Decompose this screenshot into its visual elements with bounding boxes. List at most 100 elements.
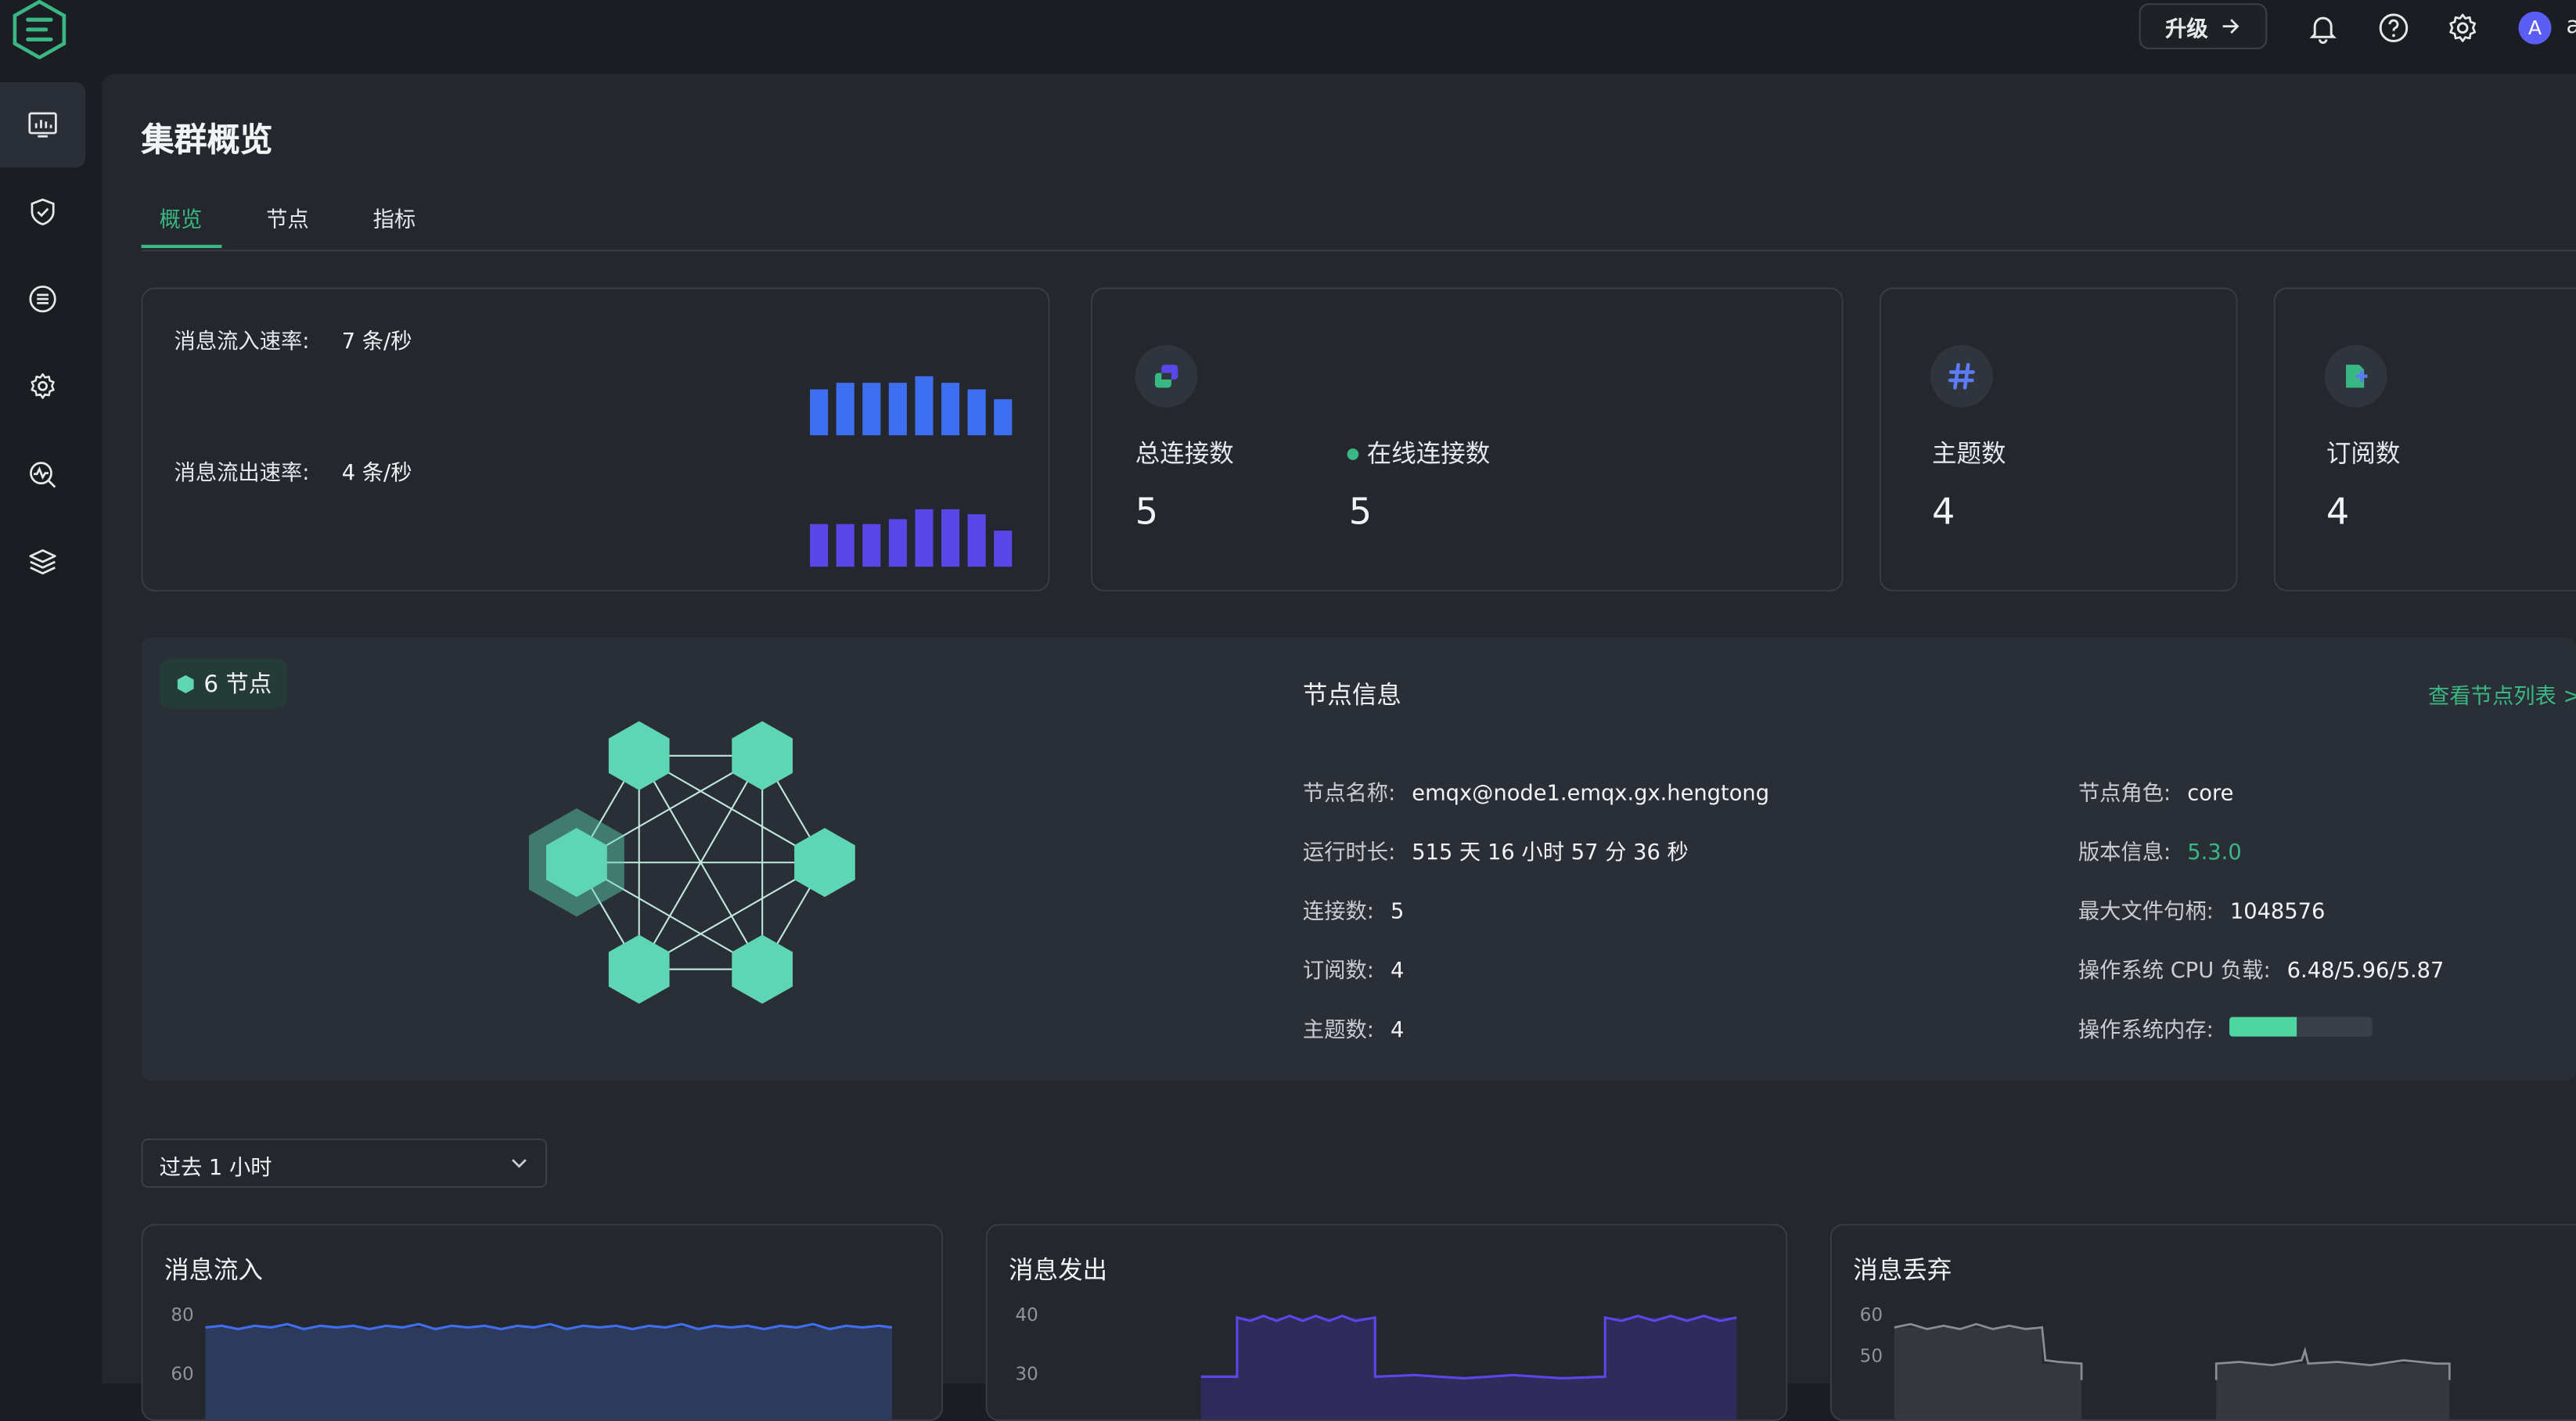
message-rate-card: 消息流入速率: 7 条/秒 消息流出速率: 4 条/秒 (141, 287, 1050, 592)
node-hexagon (794, 828, 855, 898)
sidebar-item-diagnose[interactable] (0, 432, 85, 517)
online-status-dot (1347, 448, 1359, 460)
node-name-value: emqx@node1.emqx.gx.hengtong (1412, 782, 1770, 807)
node-subscriptions-label: 订阅数: (1302, 959, 1375, 984)
integration-icon (29, 285, 56, 313)
node-role-value: core (2187, 782, 2234, 807)
time-range-value: 过去 1 小时 (159, 1157, 272, 1182)
dropped-line-chart (1894, 1322, 2451, 1419)
out-rate-sparkbars (810, 509, 1013, 567)
node-count-label: 6 节点 (203, 671, 272, 699)
memory-row: 操作系统内存: (2078, 1012, 2214, 1043)
help-icon[interactable] (2377, 12, 2410, 45)
node-name-row: 节点名称: emqx@node1.emqx.gx.hengtong (1303, 775, 1770, 807)
uptime-row: 运行时长: 515 天 16 小时 57 分 36 秒 (1302, 835, 1689, 866)
bell-icon[interactable] (2307, 12, 2340, 45)
sidebar-item-management[interactable] (0, 344, 85, 429)
dropped-area (1894, 1327, 2450, 1419)
y-tick: 60 (1859, 1304, 1883, 1326)
version-label: 版本信息: (2078, 840, 2171, 866)
max-fd-row: 最大文件句柄: 1048576 (2078, 894, 2326, 925)
memory-label: 操作系统内存: (2078, 1018, 2214, 1044)
y-tick: 30 (1015, 1363, 1038, 1385)
in-bar (915, 376, 934, 436)
tab-nodes[interactable]: 节点 (266, 202, 309, 248)
sidebar-item-integration[interactable] (0, 257, 85, 342)
y-tick: 60 (171, 1363, 194, 1385)
sidebar-item-access-control[interactable] (0, 169, 85, 254)
user-avatar[interactable]: A (2518, 11, 2552, 45)
version-row: 版本信息: 5.3.0 (2078, 835, 2242, 866)
connections-card: 总连接数 5 在线连接数 5 (1091, 287, 1844, 592)
out-bar (862, 523, 881, 567)
topics-value: 4 (1932, 492, 1955, 534)
upgrade-button[interactable]: 升级 (2139, 3, 2268, 49)
y-tick: 40 (1015, 1304, 1038, 1326)
node-topics-row: 主题数: 4 (1303, 1012, 1404, 1043)
in-rate-value: 7 条/秒 (341, 329, 412, 355)
topics-label: 主题数 (1932, 438, 2006, 469)
node-connections-label: 连接数: (1302, 900, 1375, 926)
out-bar (967, 514, 986, 567)
app-root: 升级 A a (0, 0, 2576, 1421)
chart-title-dropped: 消息丢弃 (1853, 1255, 1952, 1285)
outgoing-line-chart (1200, 1315, 1737, 1419)
hexagon-icon (177, 674, 194, 693)
in-bar (836, 383, 854, 436)
sidebar (0, 74, 103, 1383)
sidebar-item-extensions[interactable] (0, 519, 85, 604)
layers-icon (29, 549, 56, 575)
cluster-topology-diagram (529, 721, 855, 1004)
view-node-list-link[interactable]: 查看节点列表 > (2428, 678, 2576, 709)
time-range-select[interactable]: 过去 1 小时 (141, 1138, 548, 1188)
chart-title-incoming: 消息流入 (164, 1255, 263, 1285)
out-bar (915, 509, 934, 567)
in-rate-sparkbars (810, 376, 1013, 436)
node-info-title: 节点信息 (1302, 680, 1401, 710)
node-subscriptions-row: 订阅数: 4 (1303, 953, 1404, 984)
cpu-load-value: 6.48/5.96/5.87 (2286, 959, 2445, 984)
uptime-value: 515 天 16 小时 57 分 36 秒 (1412, 840, 1689, 866)
total-connections-label: 总连接数 (1135, 438, 1234, 469)
in-bar (967, 389, 986, 436)
subscriptions-icon-wrap (2324, 344, 2387, 408)
tab-overview[interactable]: 概览 (160, 202, 203, 248)
main-content: 集群概览 概览 节点 指标 消息流入速率: 7 条/秒 消息流出速率: 4 条/… (102, 74, 2576, 1421)
in-bar (994, 399, 1013, 436)
cluster-panel: 6 节点 节点信息 查看节点列表 > 节点名称: emqx@node1.emqx… (141, 637, 2576, 1081)
out-rate-value: 4 条/秒 (341, 461, 412, 487)
chart-card-incoming: 消息流入 80 60 (141, 1224, 944, 1421)
connection-icon (1154, 365, 1178, 388)
in-bar (888, 383, 907, 436)
uptime-label: 运行时长: (1302, 840, 1396, 866)
node-connections-value: 5 (1390, 900, 1405, 926)
incoming-area (205, 1327, 893, 1419)
settings-gear-icon[interactable] (2446, 12, 2479, 45)
node-topics-value: 4 (1390, 1018, 1405, 1044)
node-topics-label: 主题数: (1302, 1018, 1375, 1044)
out-bar (810, 523, 829, 567)
upgrade-label: 升级 (2165, 17, 2208, 42)
emqx-logo-icon[interactable] (10, 0, 70, 59)
memory-usage-fill (2229, 1016, 2297, 1037)
max-fd-label: 最大文件句柄: (2078, 900, 2214, 926)
version-value[interactable]: 5.3.0 (2187, 841, 2241, 865)
y-tick: 50 (1859, 1345, 1883, 1367)
chart-card-dropped: 消息丢弃 60 50 (1829, 1224, 2576, 1421)
in-bar (862, 383, 881, 436)
sidebar-item-dashboard[interactable] (0, 81, 86, 168)
out-bar (941, 509, 960, 567)
out-rate-label: 消息流出速率: (174, 461, 310, 487)
tab-metrics[interactable]: 指标 (373, 202, 416, 248)
active-tab-indicator (141, 244, 222, 249)
cpu-load-row: 操作系统 CPU 负载: 6.48/5.96/5.87 (2078, 953, 2445, 984)
subscriptions-value: 4 (2326, 492, 2350, 534)
online-connections-value: 5 (1348, 492, 1373, 534)
total-connections-value: 5 (1135, 492, 1159, 534)
connections-icon-wrap (1135, 344, 1198, 408)
chart-title-outgoing: 消息发出 (1009, 1255, 1108, 1285)
username-truncated[interactable]: a (2566, 13, 2576, 40)
online-connections-label: 在线连接数 (1366, 438, 1491, 469)
subscriptions-card: 订阅数 4 (2273, 287, 2576, 592)
in-rate-label: 消息流入速率: (174, 329, 310, 355)
